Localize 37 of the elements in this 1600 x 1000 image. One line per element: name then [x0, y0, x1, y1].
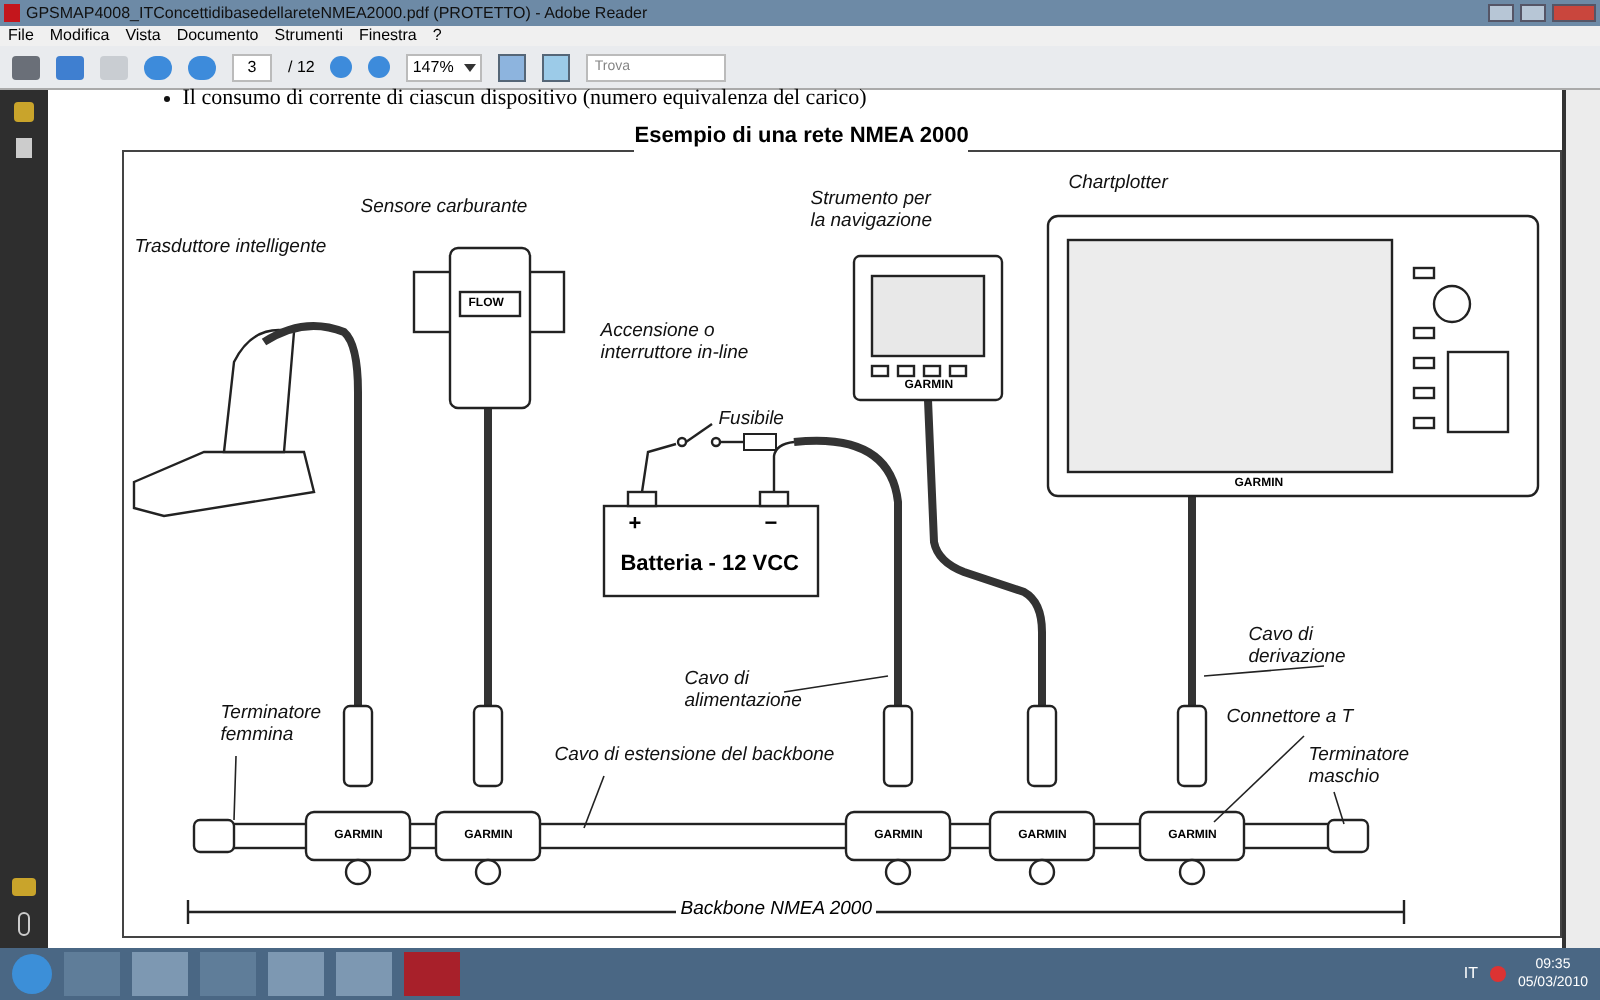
bullet-icon	[164, 95, 171, 101]
callout-label: Accensione o interruttore in-line	[600, 320, 749, 364]
callout-label: Cavo di alimentazione	[684, 668, 802, 712]
callout-label: Chartplotter	[1068, 172, 1168, 194]
callout-label: Terminatore femmina	[220, 702, 322, 746]
start-button[interactable]	[12, 954, 52, 994]
menu-item[interactable]: Finestra	[358, 26, 417, 46]
callout-label: Terminatore maschio	[1308, 744, 1410, 788]
positive-sign: +	[628, 512, 642, 536]
menu-item[interactable]: File	[8, 26, 34, 46]
figure-title: Esempio di una rete NMEA 2000	[634, 120, 969, 153]
page-total: / 12	[288, 55, 315, 79]
menu-item[interactable]: ?	[432, 26, 442, 46]
maximize-button[interactable]	[1520, 4, 1546, 22]
menu-item[interactable]: Modifica	[49, 26, 110, 46]
page-number-field[interactable]: 3	[232, 53, 272, 81]
callout-label: Cavo di derivazione	[1248, 624, 1346, 668]
language-indicator[interactable]: IT	[1463, 962, 1478, 986]
scrollbar[interactable]	[1562, 90, 1600, 948]
menu-item[interactable]: Vista	[125, 26, 161, 46]
battery-label: Batteria - 12 VCC	[620, 550, 799, 580]
menu-item[interactable]: Documento	[176, 26, 259, 46]
caret-icon	[464, 63, 477, 71]
minimize-button[interactable]	[1488, 4, 1514, 22]
callout-label: Cavo di estensione del backbone	[554, 744, 835, 766]
callout-label: Fusibile	[718, 408, 784, 430]
callout-label: Strumento per la navigazione	[810, 188, 932, 232]
app-icon	[4, 4, 20, 22]
negative-sign: −	[764, 512, 778, 536]
bullet-text: Il consumo di corrente di ciascun dispositivo (numero equivalenza del carico)	[182, 86, 867, 110]
callout-label: Connettore a T	[1226, 706, 1354, 728]
callout-label: Trasduttore intelligente	[134, 236, 327, 258]
zoom-dropdown[interactable]: 147%	[406, 53, 483, 81]
callout-label: Sensore carburante	[360, 196, 528, 218]
window-title: GPSMAP4008_ITConcettidibasedellareteNMEA2000.pdf (PROTETTO) - Adobe Reader	[26, 3, 648, 23]
fuse-icon	[743, 433, 778, 451]
menu-item[interactable]: Strumenti	[274, 26, 343, 46]
